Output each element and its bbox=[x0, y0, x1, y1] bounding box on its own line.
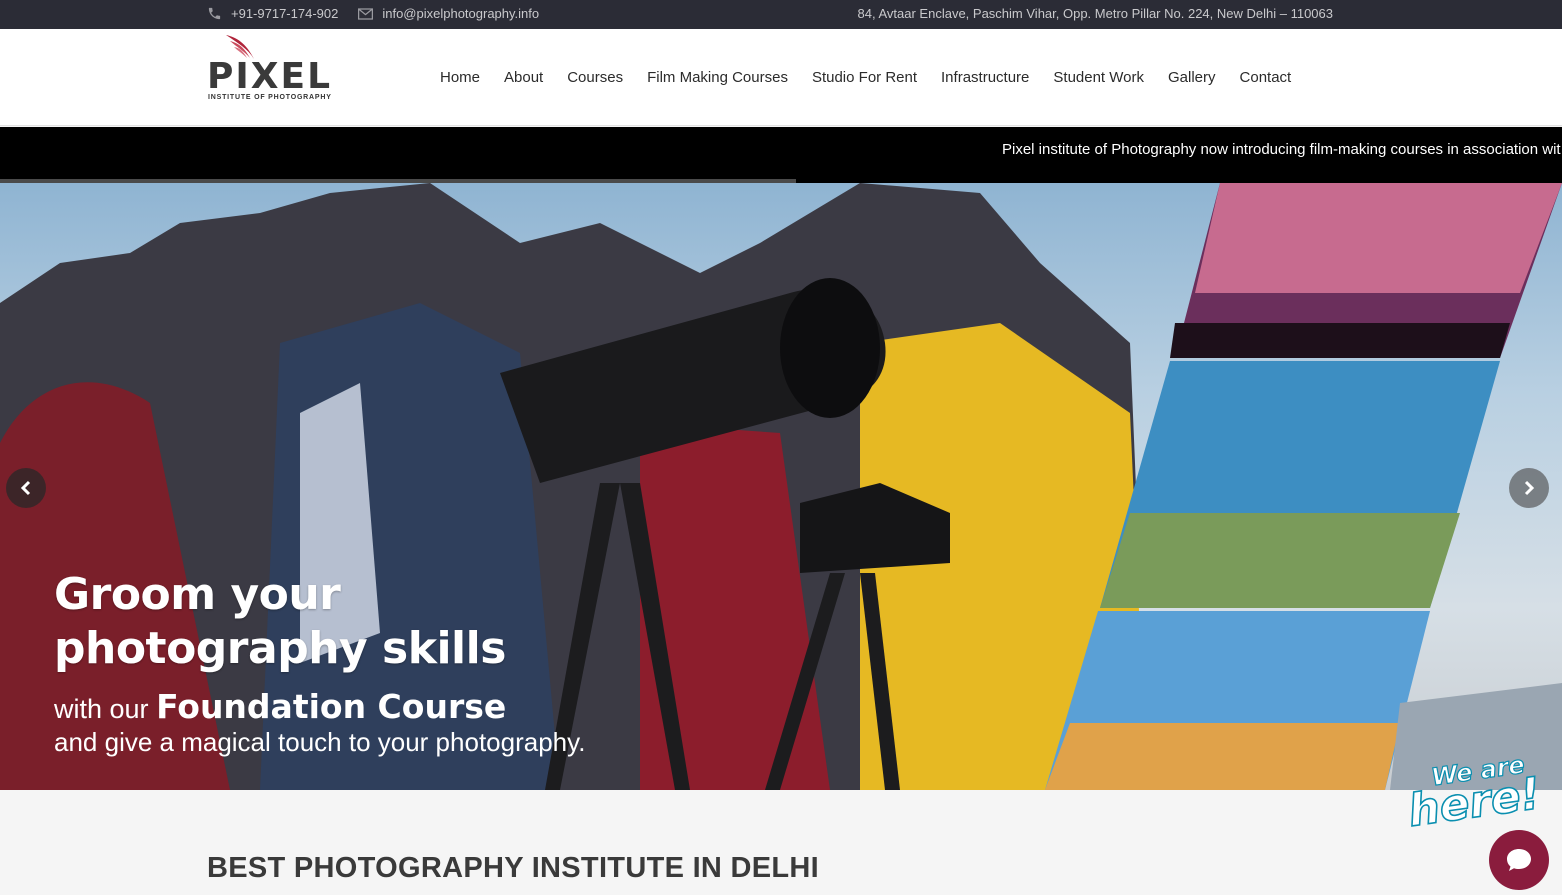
chevron-left-icon bbox=[20, 480, 31, 496]
nav-item-student-work[interactable]: Student Work bbox=[1053, 69, 1144, 86]
site-header: PIXEL INSTITUTE OF PHOTOGRAPHY Home Abou… bbox=[0, 29, 1562, 126]
hero-subline: with our Foundation Course bbox=[54, 690, 585, 726]
email-item[interactable]: info@pixelphotography.info bbox=[358, 6, 539, 21]
nav-item-contact[interactable]: Contact bbox=[1240, 69, 1292, 86]
envelope-icon bbox=[358, 7, 374, 20]
address-text: 84, Avtaar Enclave, Paschim Vihar, Opp. … bbox=[857, 6, 1333, 21]
slider-prev-button[interactable] bbox=[6, 468, 46, 508]
hero-sub-prefix: with our bbox=[54, 694, 149, 724]
logo-name: PIXEL bbox=[207, 56, 333, 97]
section-title: BEST PHOTOGRAPHY INSTITUTE IN DELHI bbox=[207, 852, 820, 884]
nav-item-infrastructure[interactable]: Infrastructure bbox=[941, 69, 1029, 86]
ticker-message[interactable]: Pixel institute of Photography now intro… bbox=[1002, 141, 1561, 158]
chat-bubble-icon bbox=[1507, 849, 1531, 871]
chat-badge-line-2: here! bbox=[1404, 767, 1544, 838]
top-info-bar: +91-9717-174-902 info@pixelphotography.i… bbox=[0, 0, 1562, 29]
logo-tagline: INSTITUTE OF PHOTOGRAPHY bbox=[208, 94, 332, 101]
phone-item[interactable]: +91-9717-174-902 bbox=[207, 6, 338, 21]
nav-item-gallery[interactable]: Gallery bbox=[1168, 69, 1216, 86]
nav-item-home[interactable]: Home bbox=[440, 69, 480, 86]
phone-icon bbox=[207, 6, 222, 21]
news-ticker: Pixel institute of Photography now intro… bbox=[0, 127, 1562, 183]
slider-next-button[interactable] bbox=[1509, 468, 1549, 508]
hero-sub-text: and give a magical touch to your photogr… bbox=[54, 727, 586, 757]
hero-course-name: Foundation Course bbox=[156, 687, 507, 726]
chat-badge[interactable]: We are here! bbox=[1404, 750, 1550, 838]
hero-headline-line-2: photography skills bbox=[54, 623, 506, 674]
nav-item-film-making-courses[interactable]: Film Making Courses bbox=[647, 69, 788, 86]
nav-item-studio-for-rent[interactable]: Studio For Rent bbox=[812, 69, 917, 86]
contact-info: +91-9717-174-902 info@pixelphotography.i… bbox=[207, 6, 539, 21]
chevron-right-icon bbox=[1524, 480, 1535, 496]
hero-caption: Groom your photography skills with our F… bbox=[54, 568, 585, 758]
email-address: info@pixelphotography.info bbox=[382, 6, 540, 21]
hero-headline-line-1: Groom your bbox=[54, 569, 341, 620]
main-nav: Home About Courses Film Making Courses S… bbox=[440, 69, 1291, 86]
hero-slider: Groom your photography skills with our F… bbox=[0, 183, 1562, 790]
nav-item-about[interactable]: About bbox=[504, 69, 543, 86]
chat-button[interactable] bbox=[1489, 830, 1549, 890]
site-logo[interactable]: PIXEL INSTITUTE OF PHOTOGRAPHY bbox=[207, 33, 333, 105]
phone-number: +91-9717-174-902 bbox=[231, 6, 339, 21]
nav-item-courses[interactable]: Courses bbox=[567, 69, 623, 86]
